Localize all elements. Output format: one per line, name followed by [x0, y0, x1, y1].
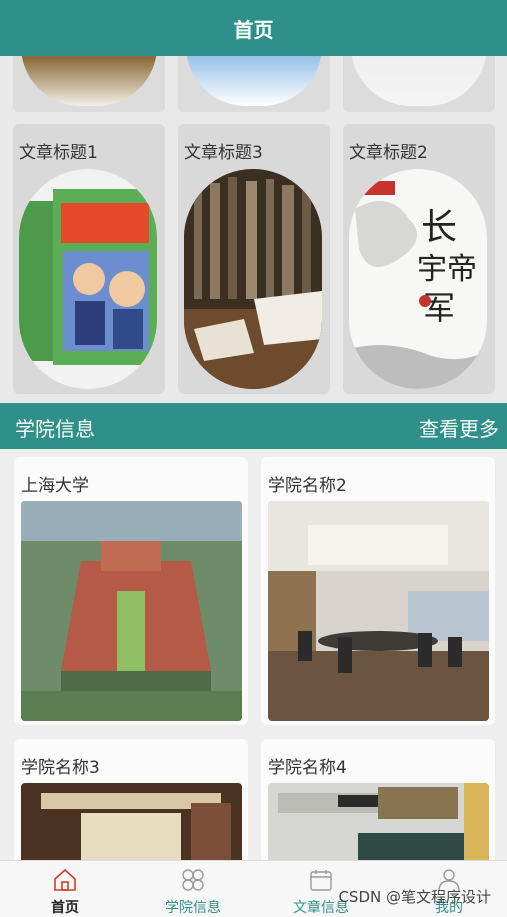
college-name: 学院名称3 — [21, 758, 100, 778]
college-name: 上海大学 — [21, 476, 89, 496]
college-section-header: 学院信息 查看更多 — [0, 403, 507, 449]
interior-room-image — [21, 783, 242, 860]
article-card-partial[interactable] — [343, 56, 495, 112]
svg-text:宇帝: 宇帝 — [417, 252, 477, 287]
article-card[interactable]: 文章标题2 长 宇帝 军 — [343, 124, 495, 394]
top-app-bar: 首页 — [0, 0, 507, 56]
tab-label: 首页 — [51, 900, 79, 916]
article-title: 文章标题1 — [19, 143, 98, 163]
college-card[interactable]: 学院名称2 — [261, 457, 495, 725]
calligraphy-cover-image: 长 宇帝 军 — [349, 169, 487, 389]
article-card[interactable]: 文章标题3 — [178, 124, 330, 394]
home-icon — [54, 868, 76, 891]
library-books-image — [184, 169, 322, 389]
watermark: CSDN @笔文程序设计 — [338, 888, 491, 906]
scroll-content[interactable]: 文章标题1 文章标题3 文章标题2 长 宇帝 军 学院信息 查看更多 上海大学 … — [0, 56, 507, 860]
article-title: 文章标题3 — [184, 143, 263, 163]
college-card[interactable]: 上海大学 — [14, 457, 248, 725]
page-title: 首页 — [233, 17, 274, 42]
college-name: 学院名称4 — [268, 758, 347, 778]
see-more-link[interactable]: 查看更多 — [419, 413, 499, 442]
article-card-partial[interactable] — [178, 56, 330, 112]
college-card[interactable]: 学院名称4 — [261, 739, 495, 860]
grid-icon — [182, 869, 204, 891]
svg-text:军: 军 — [423, 289, 455, 327]
classroom-image — [268, 783, 489, 860]
section-title: 学院信息 — [15, 417, 95, 441]
article-image — [21, 56, 157, 106]
calendar-icon — [310, 870, 332, 891]
article-image — [186, 56, 322, 106]
comic-cover-image — [19, 169, 157, 389]
tab-label: 学院信息 — [165, 900, 221, 916]
article-image — [351, 56, 487, 106]
conference-room-image — [268, 501, 489, 721]
tab-home[interactable]: 首页 — [2, 861, 128, 917]
college-card[interactable]: 学院名称3 — [14, 739, 248, 860]
college-name: 学院名称2 — [268, 476, 347, 496]
tab-colleges[interactable]: 学院信息 — [130, 861, 256, 917]
previous-article-row — [0, 56, 507, 116]
campus-image — [21, 501, 242, 721]
svg-text:长: 长 — [421, 207, 457, 248]
article-title: 文章标题2 — [349, 143, 428, 163]
college-grid: 上海大学 学院名称2 学院名称3 学院名称4 — [0, 449, 507, 860]
article-card-partial[interactable] — [13, 56, 165, 112]
article-card[interactable]: 文章标题1 — [13, 124, 165, 394]
